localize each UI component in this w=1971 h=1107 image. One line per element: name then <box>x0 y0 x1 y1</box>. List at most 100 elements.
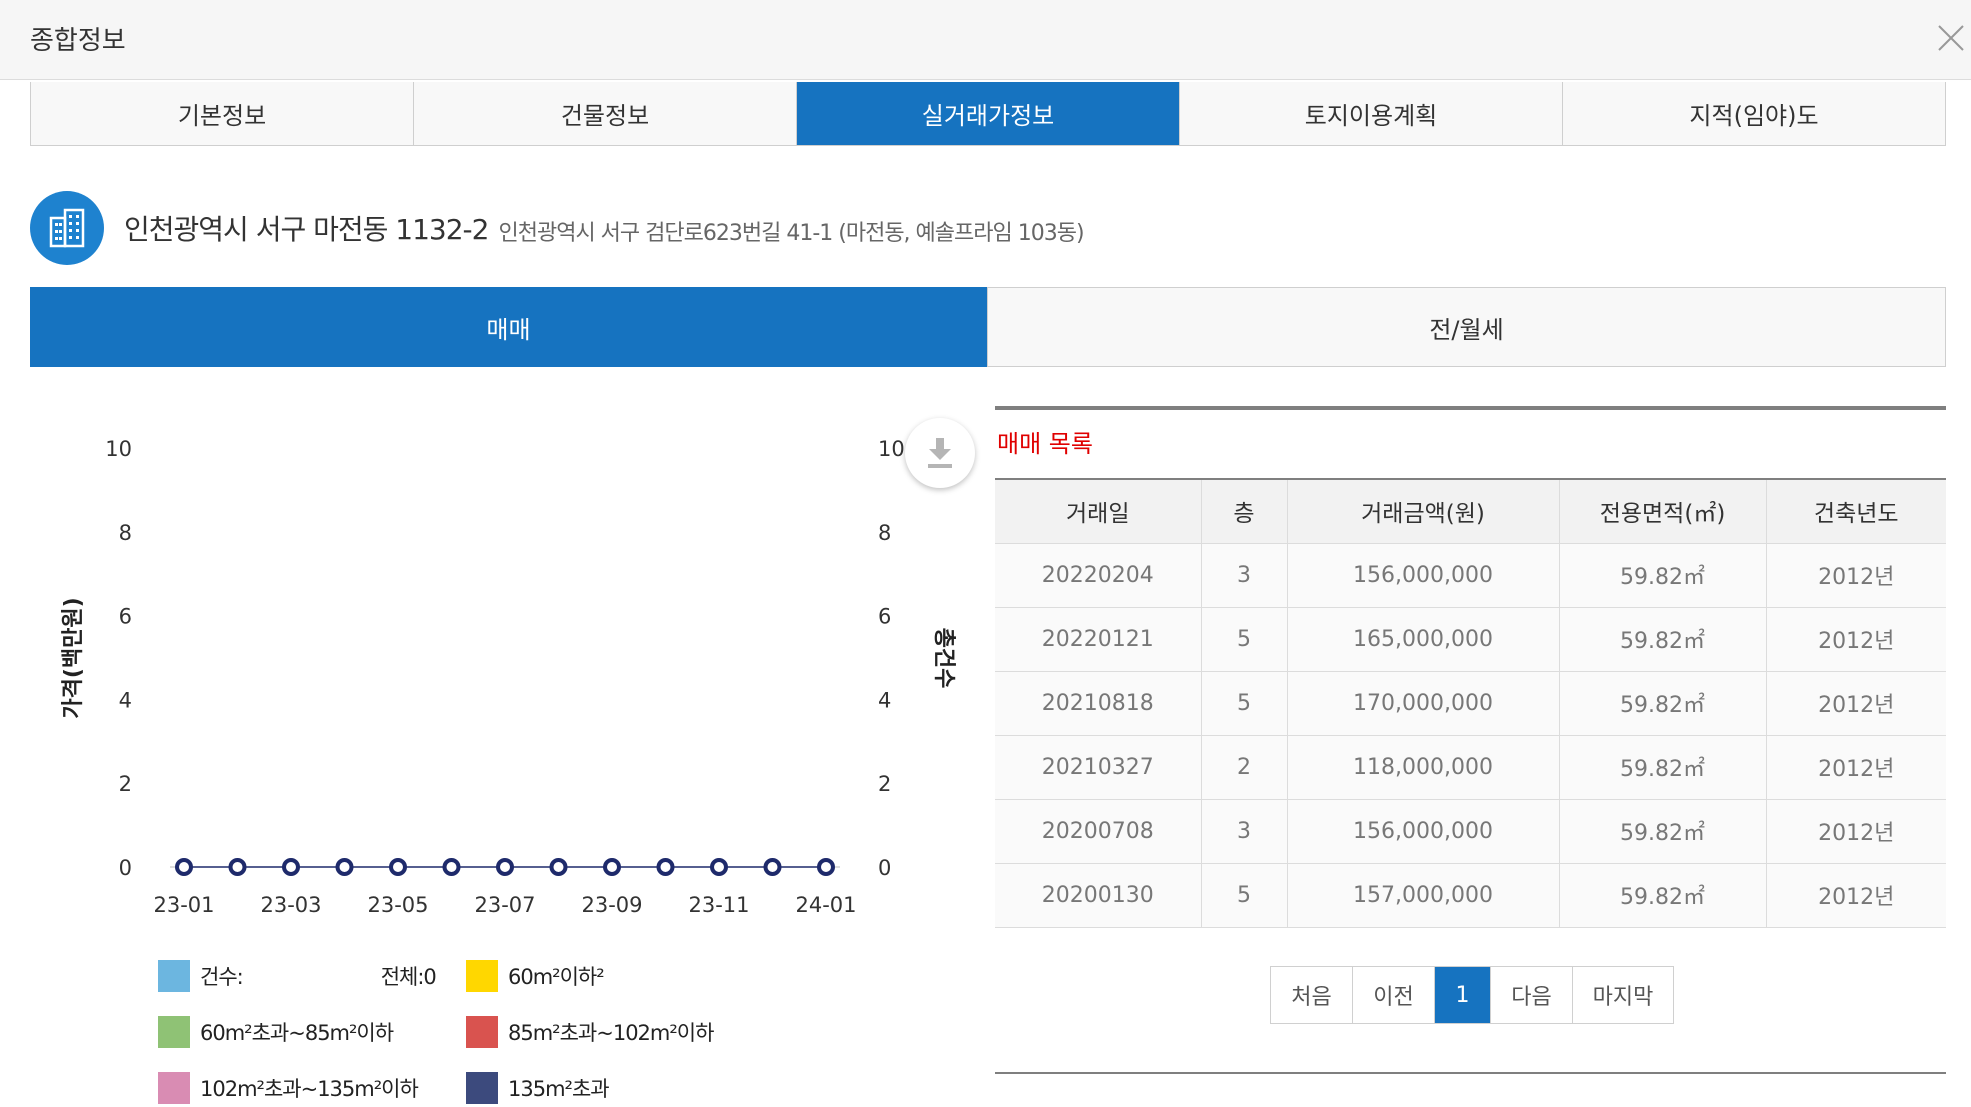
page-first-button[interactable]: 처음 <box>1271 967 1353 1023</box>
y-tick-label: 6 <box>119 605 132 629</box>
cell-area: 59.82㎡ <box>1559 799 1767 864</box>
download-button[interactable] <box>905 418 975 488</box>
cell-price: 157,000,000 <box>1287 863 1560 928</box>
data-point <box>282 858 300 876</box>
cell-date: 20200708 <box>995 799 1202 864</box>
legend-item-60-85[interactable]: 60m²초과~85m²이하 <box>158 1016 394 1048</box>
table-row: 20220204 3 156,000,000 59.82㎡ 2012년 <box>995 543 1946 608</box>
pagination: 처음 이전 1 다음 마지막 <box>1270 966 1674 1024</box>
legend-item-102-135[interactable]: 102m²초과~135m²이하 <box>158 1072 419 1104</box>
legend-swatch <box>466 1072 498 1104</box>
cell-area: 59.82㎡ <box>1559 863 1767 928</box>
address-header: 인천광역시 서구 마전동 1132-2 인천광역시 서구 검단로623번길 41… <box>30 190 1085 266</box>
cell-price: 165,000,000 <box>1287 607 1560 672</box>
legend-swatch <box>466 960 498 992</box>
data-point <box>335 858 354 876</box>
cell-built-year: 2012년 <box>1766 799 1946 864</box>
cell-floor: 3 <box>1201 799 1288 864</box>
legend-count-label: 건수: <box>200 965 244 989</box>
column-header-date: 거래일 <box>995 479 1202 544</box>
table-header-row: 거래일 층 거래금액(원) 전용면적(㎡) 건축년도 <box>995 479 1946 544</box>
tab-land-use-plan[interactable]: 토지이용계획 <box>1180 82 1563 145</box>
table-row: 20200130 5 157,000,000 59.82㎡ 2012년 <box>995 863 1946 928</box>
cell-area: 59.82㎡ <box>1559 735 1767 800</box>
y2-tick-label: 8 <box>878 521 891 545</box>
x-tick-label: 23-01 <box>153 893 214 917</box>
tab-sale[interactable]: 매매 <box>30 287 987 367</box>
y2-tick-label: 2 <box>878 772 891 796</box>
address-main: 인천광역시 서구 마전동 1132-2 <box>124 213 489 246</box>
legend-item-135-over[interactable]: 135m²초과 <box>466 1072 610 1104</box>
data-point <box>710 858 728 876</box>
cell-floor: 5 <box>1201 863 1288 928</box>
tab-real-price-info[interactable]: 실거래가정보 <box>797 82 1180 145</box>
legend-item-count[interactable]: 건수: 전체:0 <box>158 960 437 992</box>
cell-floor: 3 <box>1201 543 1288 608</box>
divider <box>995 1072 1946 1074</box>
x-tick-label: 23-03 <box>260 893 321 917</box>
cell-built-year: 2012년 <box>1766 671 1946 736</box>
legend-label: 60m²이하² <box>508 965 605 989</box>
cell-date: 20210327 <box>995 735 1202 800</box>
table-row: 20220121 5 165,000,000 59.82㎡ 2012년 <box>995 607 1946 672</box>
cell-price: 170,000,000 <box>1287 671 1560 736</box>
tab-building-info[interactable]: 건물정보 <box>414 82 797 145</box>
tab-basic-info[interactable]: 기본정보 <box>31 82 414 145</box>
legend-swatch <box>158 1072 190 1104</box>
legend-item-85-102[interactable]: 85m²초과~102m²이하 <box>466 1016 714 1048</box>
table-row: 20210327 2 118,000,000 59.82㎡ 2012년 <box>995 735 1946 800</box>
tab-lease-rent[interactable]: 전/월세 <box>987 287 1946 367</box>
x-tick-label: 23-09 <box>581 893 642 917</box>
legend-label: 60m²초과~85m²이하 <box>200 1021 394 1045</box>
y-tick-label: 2 <box>119 772 132 796</box>
tab-cadastral-map[interactable]: 지적(임야)도 <box>1563 82 1945 145</box>
cell-built-year: 2012년 <box>1766 863 1946 928</box>
cell-built-year: 2012년 <box>1766 607 1946 672</box>
building-icon <box>30 191 104 265</box>
cell-date: 20220204 <box>995 543 1202 608</box>
legend-label: 135m²초과 <box>508 1077 610 1101</box>
y2-tick-label: 4 <box>878 688 891 712</box>
data-point <box>549 858 568 876</box>
cell-built-year: 2012년 <box>1766 735 1946 800</box>
x-tick-label: 23-05 <box>367 893 428 917</box>
cell-area: 59.82㎡ <box>1559 543 1767 608</box>
cell-date: 20220121 <box>995 607 1202 672</box>
legend-swatch <box>158 960 190 992</box>
page-last-button[interactable]: 마지막 <box>1573 967 1673 1023</box>
window-titlebar: 종합정보 <box>0 0 1971 80</box>
y-tick-label: 4 <box>119 688 132 712</box>
page-next-button[interactable]: 다음 <box>1491 967 1573 1023</box>
column-header-price: 거래금액(원) <box>1287 479 1560 544</box>
y-tick-label: 8 <box>119 521 132 545</box>
sale-list: 매매 목록 거래일 층 거래금액(원) 전용면적(㎡) 건축년도 2022020… <box>995 406 1946 928</box>
legend-swatch <box>158 1016 190 1048</box>
legend-swatch <box>466 1016 498 1048</box>
trade-type-tabs: 매매 전/월세 <box>30 287 1946 367</box>
x-tick-label: 24-01 <box>795 893 856 917</box>
table-row: 20210818 5 170,000,000 59.82㎡ 2012년 <box>995 671 1946 736</box>
price-chart: 0 2 4 6 8 10 0 2 4 6 8 10 가격(백만원) 총건수 23-01 23-03 23-05 2… <box>61 437 956 917</box>
window-title: 종합정보 <box>30 26 126 56</box>
page-prev-button[interactable]: 이전 <box>1353 967 1435 1023</box>
address-road: 인천광역시 서구 검단로623번길 41-1 (마전동, 예솔프라임 103동) <box>498 221 1084 246</box>
page-number-button[interactable]: 1 <box>1435 967 1491 1023</box>
data-point <box>228 858 247 876</box>
data-point <box>656 858 675 876</box>
legend-label: 102m²초과~135m²이하 <box>200 1077 419 1101</box>
y-tick-label: 10 <box>105 437 132 461</box>
legend-label: 85m²초과~102m²이하 <box>508 1021 714 1045</box>
close-icon[interactable] <box>1933 20 1969 56</box>
column-header-floor: 층 <box>1201 479 1288 544</box>
y-tick-label: 0 <box>119 856 132 880</box>
x-tick-label: 23-11 <box>688 893 749 917</box>
legend-item-60-under[interactable]: 60m²이하² <box>466 960 605 992</box>
column-header-built-year: 건축년도 <box>1766 479 1946 544</box>
sale-table: 거래일 층 거래금액(원) 전용면적(㎡) 건축년도 20220204 3 15… <box>995 478 1946 928</box>
y2-tick-label: 10 <box>878 437 905 461</box>
cell-date: 20210818 <box>995 671 1202 736</box>
cell-floor: 2 <box>1201 735 1288 800</box>
download-icon <box>928 438 952 468</box>
y-axis-label: 가격(백만원) <box>61 597 86 718</box>
cell-built-year: 2012년 <box>1766 543 1946 608</box>
